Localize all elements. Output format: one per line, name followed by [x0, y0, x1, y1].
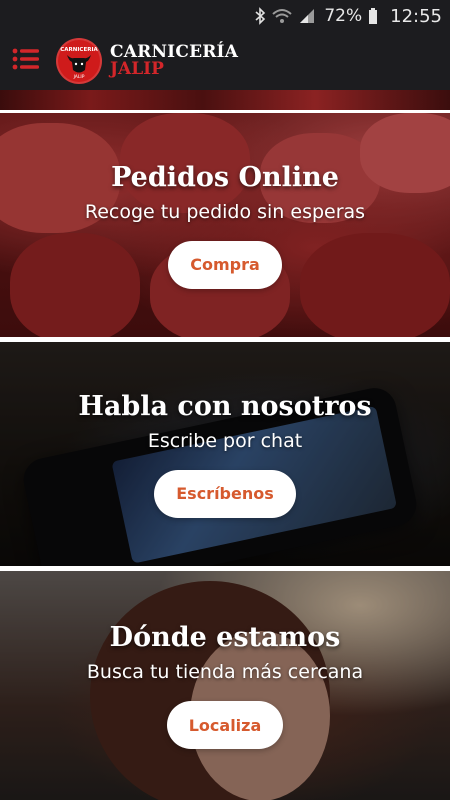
header-image-strip: [0, 90, 450, 110]
section-chat: Habla con nosotros Escribe por chat Escr…: [0, 342, 450, 566]
section-online-orders: Pedidos Online Recoge tu pedido sin espe…: [0, 113, 450, 337]
app-header: CARNICERIA JALIP CARNICERÍA JALIP: [0, 32, 450, 90]
buy-button[interactable]: Compra: [168, 240, 282, 289]
signal-icon: [298, 7, 316, 25]
write-us-button[interactable]: Escríbenos: [154, 469, 296, 518]
section-subtitle: Busca tu tienda más cercana: [86, 661, 364, 683]
section-title: Dónde estamos: [109, 622, 341, 653]
wifi-icon: [272, 7, 292, 25]
battery-percent: 72%: [324, 6, 363, 26]
logo-text-bottom: JALIP: [73, 74, 85, 80]
section-locations: Dónde estamos Busca tu tienda más cercan…: [0, 571, 450, 800]
logo-text-top: CARNICERIA: [60, 47, 98, 53]
menu-button[interactable]: [0, 32, 52, 90]
brand-name: CARNICERÍA JALIP: [110, 44, 238, 78]
battery-icon: [368, 7, 378, 25]
section-subtitle: Escribe por chat: [147, 429, 303, 452]
locate-button[interactable]: Localiza: [166, 701, 284, 749]
section-title: Habla con nosotros: [78, 390, 372, 422]
section-title: Pedidos Online: [111, 161, 339, 193]
status-time: 12:55: [390, 5, 442, 27]
hamburger-menu-icon: [12, 48, 40, 74]
bull-logo-icon[interactable]: CARNICERIA JALIP: [56, 38, 102, 84]
status-bar: 72% 12:55: [0, 0, 450, 32]
bluetooth-icon: [254, 7, 266, 25]
section-subtitle: Recoge tu pedido sin esperas: [84, 200, 366, 223]
brand-line-2: JALIP: [110, 59, 164, 79]
